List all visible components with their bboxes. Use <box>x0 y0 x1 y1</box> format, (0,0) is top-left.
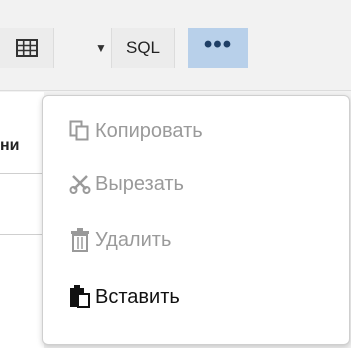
paste-icon <box>69 285 91 309</box>
menu-item-label: Вырезать <box>95 172 184 195</box>
context-menu: Копировать Вырезать Удалить Вставить <box>42 95 350 345</box>
scissors-icon <box>69 172 91 196</box>
chevron-down-icon[interactable]: ▼ <box>93 28 109 68</box>
menu-item-label: Вставить <box>95 285 180 308</box>
menu-item-paste[interactable]: Вставить <box>69 277 180 317</box>
menu-item-delete[interactable]: Удалить <box>69 220 171 260</box>
more-button[interactable]: ••• <box>188 28 248 68</box>
menu-item-label: Удалить <box>95 228 172 251</box>
sql-button[interactable]: SQL <box>111 28 175 68</box>
menu-item-copy[interactable]: Копировать <box>69 111 203 151</box>
trash-icon <box>69 228 91 252</box>
menu-item-cut[interactable]: Вырезать <box>69 164 184 204</box>
background-label: ни <box>0 137 20 154</box>
background-input <box>0 173 44 235</box>
table-grid-icon <box>15 39 38 57</box>
menu-item-label: Копировать <box>95 119 203 142</box>
copy-icon <box>69 119 91 143</box>
toolbar: ▼ SQL ••• <box>0 0 351 91</box>
table-view-button[interactable] <box>0 28 54 68</box>
